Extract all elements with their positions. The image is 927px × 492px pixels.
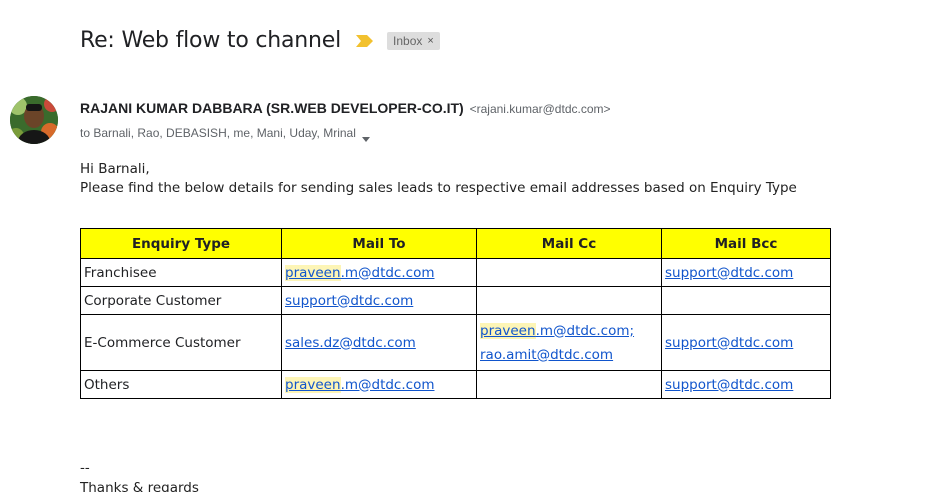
inbox-label-text: Inbox — [393, 33, 423, 48]
mail-to-cell: sales.dz@dtdc.com — [281, 314, 477, 371]
show-details-chevron-down-icon[interactable] — [361, 131, 370, 142]
email-signature: -- Thanks & regards — [80, 458, 199, 492]
mail-bcc-cell — [661, 286, 831, 315]
signature-dashes: -- — [80, 460, 90, 476]
mail-bcc-cell: support@dtdc.com — [661, 370, 831, 399]
mail-to-link[interactable]: praveen.m@dtdc.com — [285, 264, 434, 281]
mail-bcc-cell: support@dtdc.com — [661, 314, 831, 371]
enquiry-type-cell: Franchisee — [80, 258, 282, 287]
mail-to-link[interactable]: sales.dz@dtdc.com — [285, 335, 416, 351]
mail-bcc-link[interactable]: support@dtdc.com — [665, 335, 793, 351]
sender-avatar[interactable] — [10, 96, 58, 144]
mail-to-cell: support@dtdc.com — [281, 286, 477, 315]
remove-label-icon[interactable]: × — [427, 35, 433, 47]
header-enquiry-type: Enquiry Type — [80, 228, 282, 259]
mail-bcc-link[interactable]: support@dtdc.com — [665, 377, 793, 393]
importance-marker-icon[interactable] — [355, 33, 375, 49]
mail-cc-cell — [476, 258, 662, 287]
table-row: Franchisee praveen.m@dtdc.com support@dt… — [80, 258, 831, 287]
email-view: Re: Web flow to channel Inbox × RAJANI K… — [0, 0, 927, 492]
mail-bcc-cell: support@dtdc.com — [661, 258, 831, 287]
greeting-text: Hi Barnali, — [80, 161, 150, 177]
recipients-text: to Barnali, Rao, DEBASISH, me, Mani, Uda… — [80, 126, 356, 140]
table-header-row: Enquiry Type Mail To Mail Cc Mail Bcc — [80, 228, 831, 259]
table-row: Others praveen.m@dtdc.com support@dtdc.c… — [80, 370, 831, 399]
table-row: Corporate Customer support@dtdc.com — [80, 286, 831, 315]
mail-cc-cell — [476, 286, 662, 315]
signature-closing: Thanks & regards — [80, 480, 199, 492]
enquiry-type-cell: Others — [80, 370, 282, 399]
sender-row: RAJANI KUMAR DABBARA (SR.WEB DEVELOPER-C… — [80, 100, 611, 116]
header-mail-cc: Mail Cc — [476, 228, 662, 259]
enquiry-type-cell: Corporate Customer — [80, 286, 282, 315]
inbox-label-chip: Inbox × — [387, 31, 440, 50]
intro-text: Please find the below details for sendin… — [80, 180, 797, 196]
header-mail-to: Mail To — [281, 228, 477, 259]
email-subject: Re: Web flow to channel — [80, 28, 342, 53]
email-body: Hi Barnali, Please find the below detail… — [80, 160, 927, 198]
sender-name[interactable]: RAJANI KUMAR DABBARA (SR.WEB DEVELOPER-C… — [80, 100, 464, 116]
mail-to-link[interactable]: praveen.m@dtdc.com — [285, 376, 434, 393]
mail-to-cell: praveen.m@dtdc.com — [281, 370, 477, 399]
enquiry-type-cell: E-Commerce Customer — [80, 314, 282, 371]
mail-bcc-link[interactable]: support@dtdc.com — [665, 265, 793, 281]
recipients-row: to Barnali, Rao, DEBASISH, me, Mani, Uda… — [80, 126, 370, 142]
sender-email: <rajani.kumar@dtdc.com> — [469, 102, 611, 116]
table-row: E-Commerce Customer sales.dz@dtdc.com pr… — [80, 314, 831, 371]
enquiry-routing-table: Enquiry Type Mail To Mail Cc Mail Bcc Fr… — [80, 228, 831, 399]
header-mail-bcc: Mail Bcc — [661, 228, 831, 259]
mail-to-link[interactable]: support@dtdc.com — [285, 293, 413, 309]
mail-to-cell: praveen.m@dtdc.com — [281, 258, 477, 287]
mail-cc-cell: praveen.m@dtdc.com; rao.amit@dtdc.com — [476, 314, 662, 371]
mail-cc-link[interactable]: rao.amit@dtdc.com — [480, 347, 613, 363]
mail-cc-cell — [476, 370, 662, 399]
mail-cc-link[interactable]: praveen.m@dtdc.com; — [480, 322, 634, 339]
subject-row: Re: Web flow to channel Inbox × — [80, 28, 440, 53]
